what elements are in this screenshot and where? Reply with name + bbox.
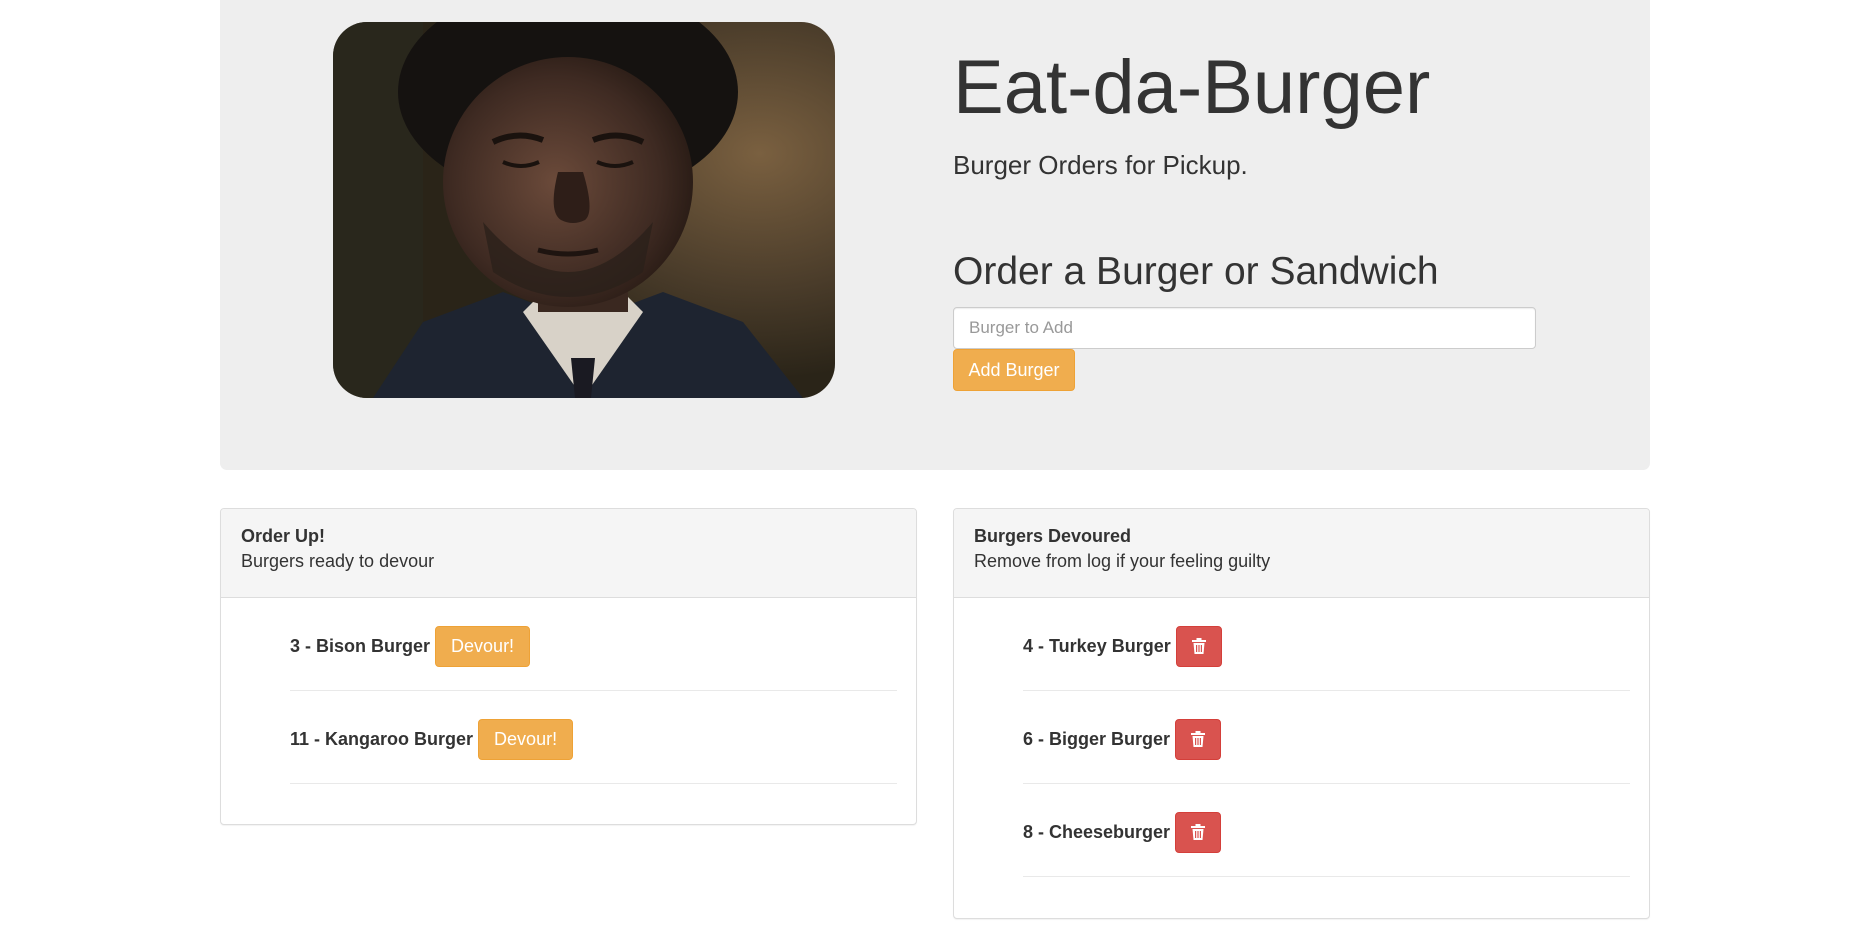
page-subtitle: Burger Orders for Pickup. bbox=[953, 150, 1248, 180]
order-up-panel-heading: Order Up! Burgers ready to devour bbox=[221, 509, 916, 598]
hero-image bbox=[333, 22, 835, 398]
list-item: 4 - Turkey Burger bbox=[1023, 598, 1630, 691]
trash-icon bbox=[1191, 824, 1206, 840]
list-item: 3 - Bison Burger Devour! bbox=[290, 598, 897, 691]
delete-button[interactable] bbox=[1175, 811, 1222, 853]
add-burger-button[interactable]: Add Burger bbox=[953, 349, 1075, 391]
order-form-heading: Order a Burger or Sandwich bbox=[953, 250, 1439, 293]
burger-label: 11 - Kangaroo Burger bbox=[290, 728, 474, 749]
burger-name-input[interactable] bbox=[953, 307, 1536, 349]
order-up-panel: Order Up! Burgers ready to devour 3 - Bi… bbox=[220, 508, 917, 825]
burger-label: 4 - Turkey Burger bbox=[1023, 635, 1171, 656]
portrait-photo bbox=[333, 22, 835, 398]
devoured-panel-heading: Burgers Devoured Remove from log if your… bbox=[954, 509, 1649, 598]
page-title: Eat-da-Burger bbox=[953, 45, 1431, 130]
burger-label: 8 - Cheeseburger bbox=[1023, 821, 1171, 842]
delete-button[interactable] bbox=[1175, 718, 1222, 760]
order-up-list: 3 - Bison Burger Devour! 11 - Kangaroo B… bbox=[221, 598, 916, 784]
order-up-subtitle: Burgers ready to devour bbox=[241, 551, 435, 571]
devoured-title: Burgers Devoured bbox=[974, 526, 1132, 546]
devour-button[interactable]: Devour! bbox=[478, 718, 574, 760]
list-item: 11 - Kangaroo Burger Devour! bbox=[290, 691, 897, 784]
list-item: 8 - Cheeseburger bbox=[1023, 784, 1630, 877]
devour-button[interactable]: Devour! bbox=[435, 625, 531, 667]
devoured-panel: Burgers Devoured Remove from log if your… bbox=[953, 508, 1650, 919]
trash-icon bbox=[1191, 731, 1206, 747]
trash-icon bbox=[1191, 638, 1206, 654]
burger-label: 3 - Bison Burger bbox=[290, 635, 431, 656]
jumbotron: Eat-da-Burger Burger Orders for Pickup. … bbox=[220, 0, 1650, 470]
order-up-title: Order Up! bbox=[241, 526, 326, 546]
devoured-list: 4 - Turkey Burger 6 - Bigger Burger 8 - … bbox=[954, 598, 1649, 877]
list-item: 6 - Bigger Burger bbox=[1023, 691, 1630, 784]
devoured-subtitle: Remove from log if your feeling guilty bbox=[974, 551, 1271, 571]
delete-button[interactable] bbox=[1175, 625, 1222, 667]
burger-label: 6 - Bigger Burger bbox=[1023, 728, 1171, 749]
